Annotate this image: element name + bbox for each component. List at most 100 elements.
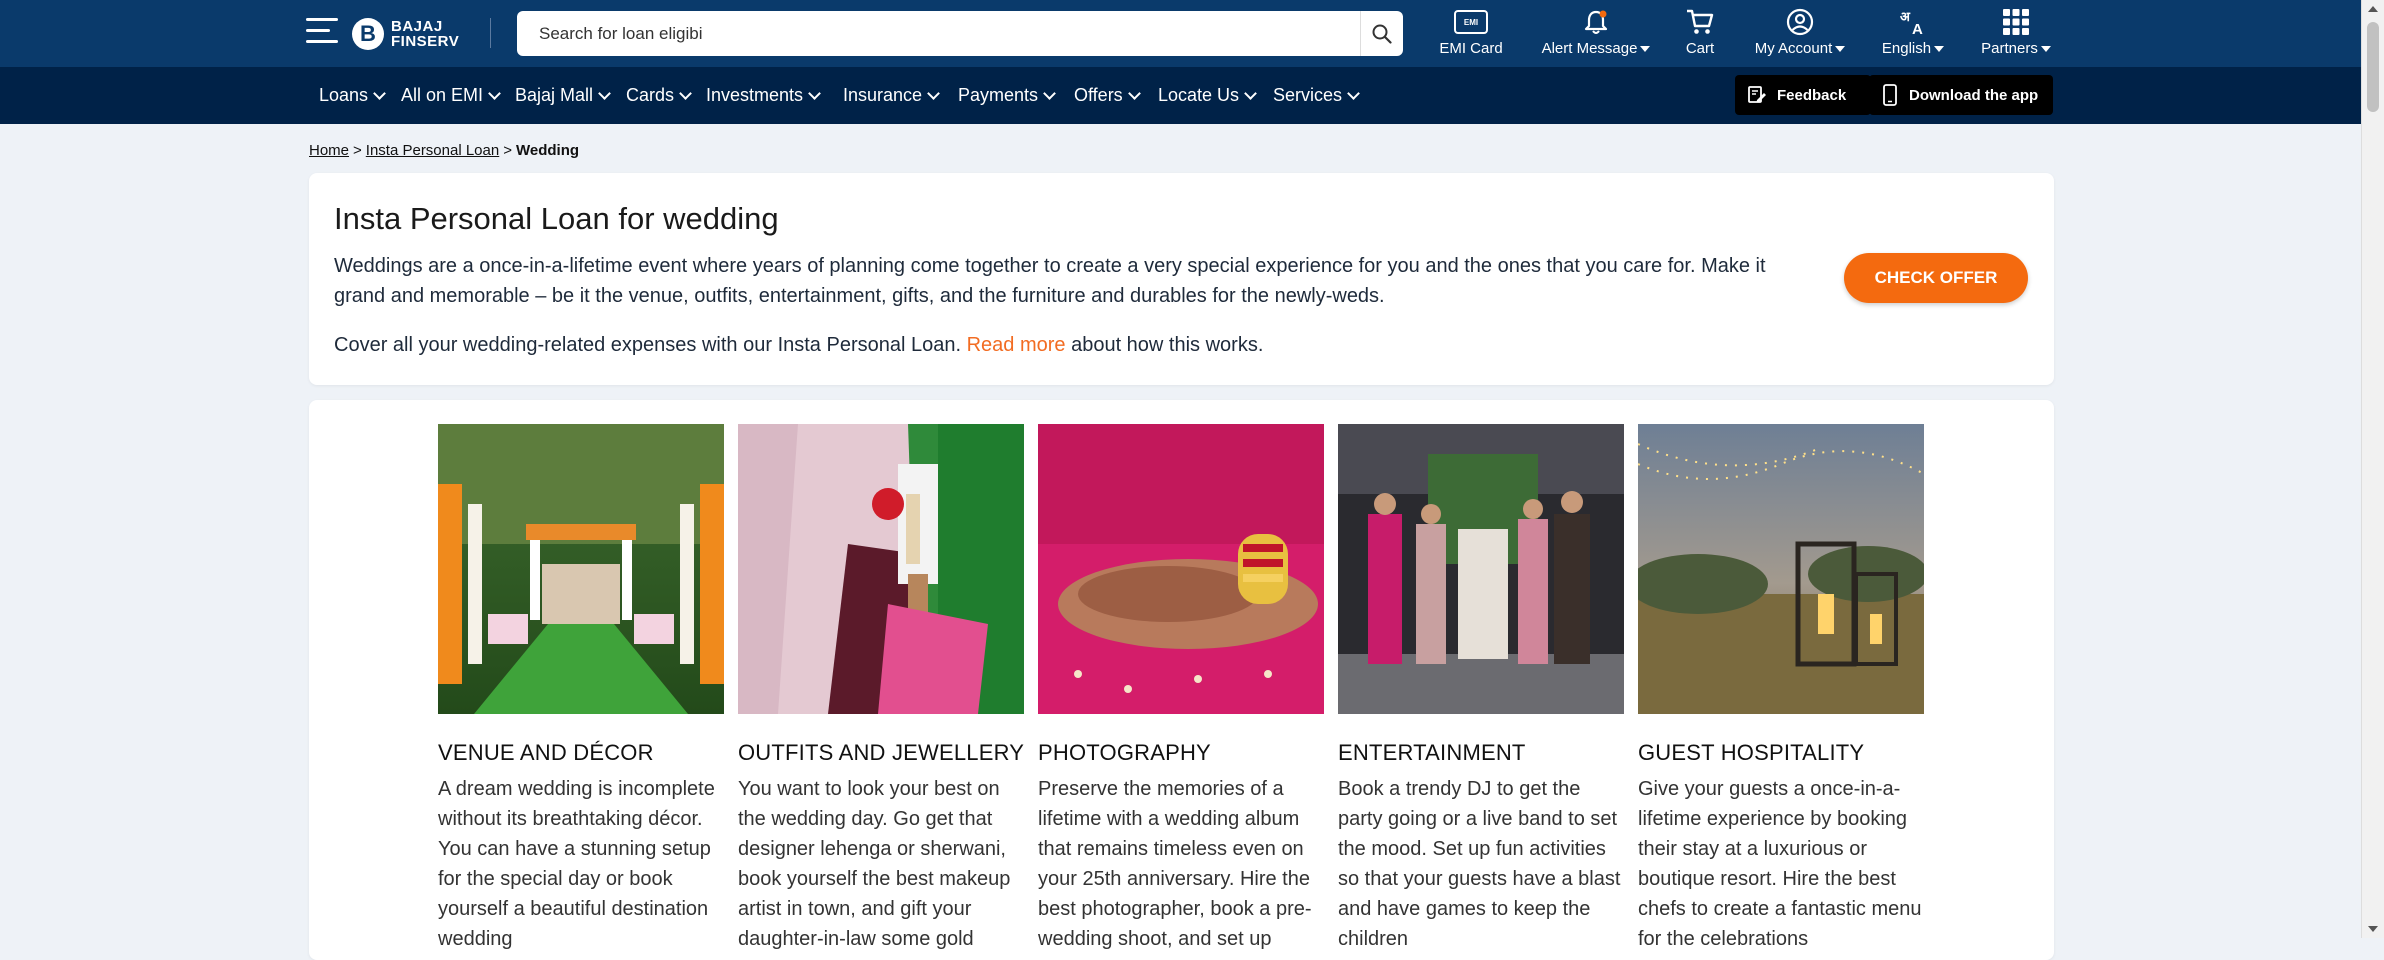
- tile-title: PHOTOGRAPHY: [1038, 740, 1211, 765]
- page-title: Insta Personal Loan for wedding: [334, 201, 779, 236]
- chevron-down-icon: [488, 86, 501, 100]
- category-tile-photography: PHOTOGRAPHY Preserve the memories of a l…: [1038, 424, 1324, 954]
- category-tile-entertainment: ENTERTAINMENT Book a trendy DJ to get th…: [1338, 424, 1624, 954]
- tile-title: GUEST HOSPITALITY: [1638, 740, 1865, 765]
- breadcrumb-home-link[interactable]: Home: [309, 142, 349, 159]
- search-button[interactable]: [1360, 11, 1403, 56]
- bajaj-finserv-logo[interactable]: B BAJAJ FINSERV: [352, 18, 459, 50]
- venue-decor-image: [438, 424, 724, 714]
- breadcrumb-separator: >: [503, 142, 512, 159]
- breadcrumb-parent-link[interactable]: Insta Personal Loan: [366, 142, 499, 159]
- my-account-label: My Account: [1754, 40, 1833, 57]
- cart-icon: [1687, 9, 1714, 34]
- cart-button[interactable]: Cart: [1680, 8, 1720, 58]
- intro-text: about how this works.: [1065, 334, 1264, 356]
- main-nav: Loans All on EMI Bajaj Mall Cards Invest…: [0, 67, 2362, 124]
- intro-paragraph-2: Cover all your wedding-related expenses …: [334, 330, 1263, 360]
- partners-button[interactable]: Partners: [1978, 8, 2054, 58]
- tile-description: Book a trendy DJ to get the party going …: [1338, 778, 1621, 950]
- expense-categories-card: VENUE AND DÉCOR A dream wedding is incom…: [309, 400, 2054, 960]
- feedback-button[interactable]: Feedback: [1735, 75, 1871, 115]
- cart-label: Cart: [1685, 40, 1715, 57]
- check-offer-button[interactable]: CHECK OFFER: [1844, 253, 2028, 303]
- partners-label: Partners: [1981, 40, 2038, 57]
- language-icon: अA: [1900, 10, 1923, 36]
- chevron-down-icon: [1043, 86, 1056, 100]
- entertainment-image: [1338, 424, 1624, 714]
- emi-card-button[interactable]: EMI EMI Card: [1438, 8, 1504, 58]
- top-header: B BAJAJ FINSERV EMI EMI Card Alert Messa…: [0, 0, 2362, 67]
- breadcrumb-separator: >: [353, 142, 362, 159]
- photography-image: [1038, 424, 1324, 714]
- chevron-down-icon: [373, 86, 386, 100]
- language-selector[interactable]: अA English: [1880, 8, 1946, 58]
- nav-item-insurance[interactable]: Insurance: [843, 67, 940, 124]
- scroll-up-arrow-icon[interactable]: [2368, 6, 2378, 12]
- nav-item-loans[interactable]: Loans: [319, 67, 386, 124]
- breadcrumb: Home > Insta Personal Loan > Wedding: [309, 142, 579, 159]
- download-app-button[interactable]: Download the app: [1869, 75, 2053, 115]
- nav-item-offers[interactable]: Offers: [1074, 67, 1141, 124]
- caret-down-icon: [1640, 46, 1651, 53]
- guest-hospitality-image: [1638, 424, 1924, 714]
- nav-item-locate-us[interactable]: Locate Us: [1158, 67, 1257, 124]
- caret-down-icon: [2040, 46, 2051, 53]
- tile-description: You want to look your best on the weddin…: [738, 778, 1011, 950]
- svg-text:A: A: [1912, 21, 1923, 36]
- category-tile-hospitality: GUEST HOSPITALITY Give your guests a onc…: [1638, 424, 1924, 954]
- chevron-down-icon: [1347, 86, 1360, 100]
- intro-paragraph: Weddings are a once-in-a-lifetime event …: [334, 255, 1766, 307]
- hamburger-menu-icon[interactable]: [306, 18, 338, 44]
- feedback-label: Feedback: [1777, 86, 1847, 104]
- read-more-link[interactable]: Read more: [967, 334, 1066, 356]
- svg-text:EMI: EMI: [1464, 18, 1478, 27]
- search-icon: [1372, 24, 1392, 44]
- tile-description: Give your guests a once-in-a-lifetime ex…: [1638, 778, 1922, 950]
- breadcrumb-current: Wedding: [515, 142, 580, 159]
- chevron-down-icon: [1127, 86, 1141, 100]
- outfits-jewellery-image: [738, 424, 1024, 714]
- bell-icon: [1584, 10, 1608, 34]
- chevron-down-icon: [1244, 86, 1257, 100]
- grid-icon: [2003, 9, 2029, 35]
- emi-card-icon: EMI: [1454, 10, 1488, 34]
- caret-down-icon: [1934, 46, 1945, 53]
- feedback-icon: [1748, 86, 1766, 103]
- mobile-phone-icon: [1883, 84, 1897, 106]
- category-tile-venue: VENUE AND DÉCOR A dream wedding is incom…: [438, 424, 724, 954]
- nav-item-investments[interactable]: Investments: [706, 67, 821, 124]
- tile-title: VENUE AND DÉCOR: [438, 740, 654, 765]
- nav-item-payments[interactable]: Payments: [958, 67, 1056, 124]
- nav-item-cards[interactable]: Cards: [626, 67, 692, 124]
- language-label: English: [1881, 40, 1932, 57]
- logo-text: BAJAJ FINSERV: [391, 18, 460, 50]
- tile-title: OUTFITS AND JEWELLERY: [738, 740, 1025, 765]
- tile-description: Preserve the memories of a lifetime with…: [1038, 778, 1312, 950]
- caret-down-icon: [1835, 46, 1846, 53]
- logo-divider: [490, 18, 491, 48]
- scrollbar-thumb[interactable]: [2367, 22, 2379, 112]
- alert-message-label: Alert Message: [1541, 40, 1638, 57]
- category-tile-outfits: OUTFITS AND JEWELLERY You want to look y…: [738, 424, 1024, 954]
- intro-card: Insta Personal Loan for wedding Weddings…: [309, 173, 2054, 385]
- chevron-down-icon: [679, 86, 692, 100]
- tile-description: A dream wedding is incomplete without it…: [438, 778, 715, 950]
- nav-item-all-on-emi[interactable]: All on EMI: [401, 67, 501, 124]
- search-input[interactable]: [537, 22, 1361, 45]
- alert-message-button[interactable]: Alert Message: [1536, 8, 1656, 58]
- chevron-down-icon: [808, 86, 821, 100]
- search-bar: [517, 11, 1403, 56]
- svg-text:अ: अ: [1900, 10, 1911, 25]
- logo-mark-icon: B: [352, 18, 384, 50]
- tile-title: ENTERTAINMENT: [1338, 740, 1526, 765]
- user-icon: [1786, 8, 1814, 36]
- nav-item-bajaj-mall[interactable]: Bajaj Mall: [515, 67, 611, 124]
- download-app-label: Download the app: [1909, 86, 2039, 104]
- nav-item-services[interactable]: Services: [1273, 67, 1360, 124]
- intro-text: Cover all your wedding-related expenses …: [334, 334, 967, 356]
- emi-card-label: EMI Card: [1439, 40, 1503, 57]
- page-scrollbar[interactable]: [2361, 0, 2384, 938]
- my-account-button[interactable]: My Account: [1752, 8, 1848, 58]
- scroll-down-arrow-icon[interactable]: [2368, 926, 2378, 932]
- chevron-down-icon: [927, 86, 940, 100]
